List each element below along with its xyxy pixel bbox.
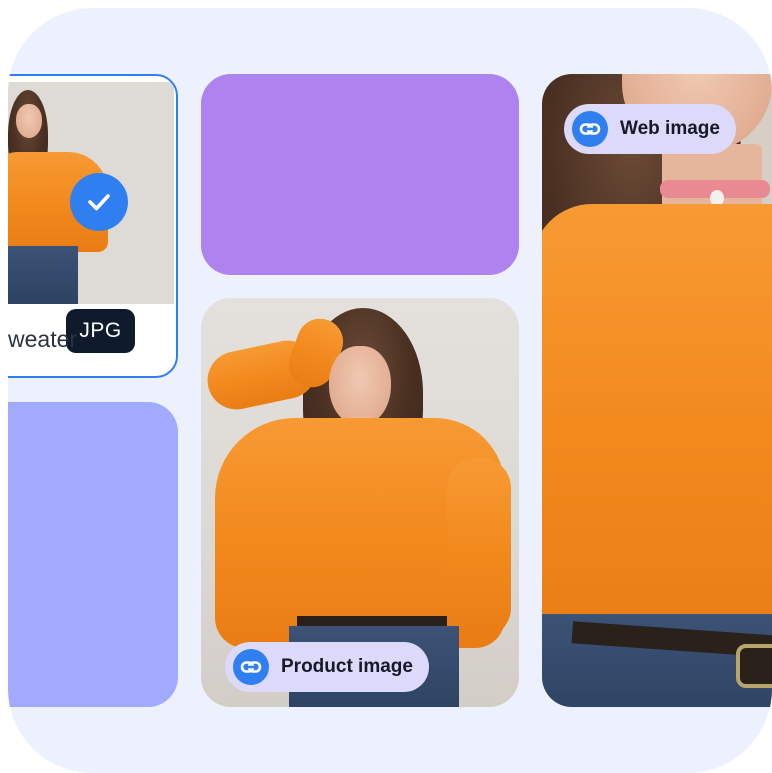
link-icon xyxy=(233,649,269,685)
selected-check-icon[interactable] xyxy=(70,173,128,231)
canvas-background: JPG weater Product image Web image xyxy=(8,8,772,773)
link-icon xyxy=(572,111,608,147)
web-image-label: Web image xyxy=(620,118,720,139)
purple-placeholder-tile xyxy=(201,74,519,275)
web-image-tag[interactable]: Web image xyxy=(564,104,736,154)
web-image-card[interactable]: Web image xyxy=(542,74,772,707)
product-image-tag[interactable]: Product image xyxy=(225,642,429,692)
product-image-card[interactable]: Product image xyxy=(201,298,519,707)
web-photo xyxy=(542,74,772,707)
product-image-label: Product image xyxy=(281,656,413,677)
lavender-placeholder-tile xyxy=(8,402,178,707)
card-title: weater xyxy=(8,326,78,352)
